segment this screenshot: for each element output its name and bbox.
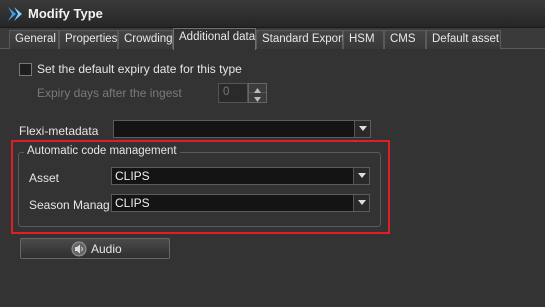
tab-properties[interactable]: Properties bbox=[59, 30, 118, 49]
spin-down-icon[interactable] bbox=[249, 93, 266, 102]
tab-cms[interactable]: CMS bbox=[384, 30, 426, 49]
tab-standard-export[interactable]: Standard Export bbox=[256, 30, 345, 49]
audio-button[interactable]: Audio bbox=[20, 238, 170, 259]
expiry-days-spinner[interactable] bbox=[248, 83, 267, 103]
app-logo-icon bbox=[8, 7, 22, 21]
flexi-metadata-label: Flexi-metadata bbox=[19, 124, 99, 138]
expiry-checkbox-label: Set the default expiry date for this typ… bbox=[37, 62, 242, 76]
expiry-checkbox[interactable] bbox=[19, 63, 32, 76]
tab-general[interactable]: General bbox=[9, 30, 59, 49]
window-title: Modify Type bbox=[28, 6, 103, 21]
tab-crowding[interactable]: Crowding bbox=[118, 30, 173, 49]
expiry-days-label: Expiry days after the ingest bbox=[37, 86, 182, 100]
highlight-box bbox=[11, 140, 390, 234]
flexi-metadata-select[interactable] bbox=[113, 120, 371, 138]
chevron-down-icon[interactable] bbox=[354, 121, 370, 137]
tab-hsm[interactable]: HSM bbox=[343, 30, 384, 49]
spin-up-icon[interactable] bbox=[249, 84, 266, 93]
title-bar: Modify Type bbox=[0, 0, 545, 28]
tab-default-asset[interactable]: Default asset bbox=[426, 30, 501, 49]
tab-bar: General Properties Crowding Additional d… bbox=[0, 28, 545, 50]
audio-button-label: Audio bbox=[91, 242, 122, 256]
tab-additional-data[interactable]: Additional data bbox=[173, 28, 256, 50]
expiry-days-input[interactable]: 0 bbox=[218, 83, 248, 103]
speaker-icon bbox=[71, 241, 87, 257]
